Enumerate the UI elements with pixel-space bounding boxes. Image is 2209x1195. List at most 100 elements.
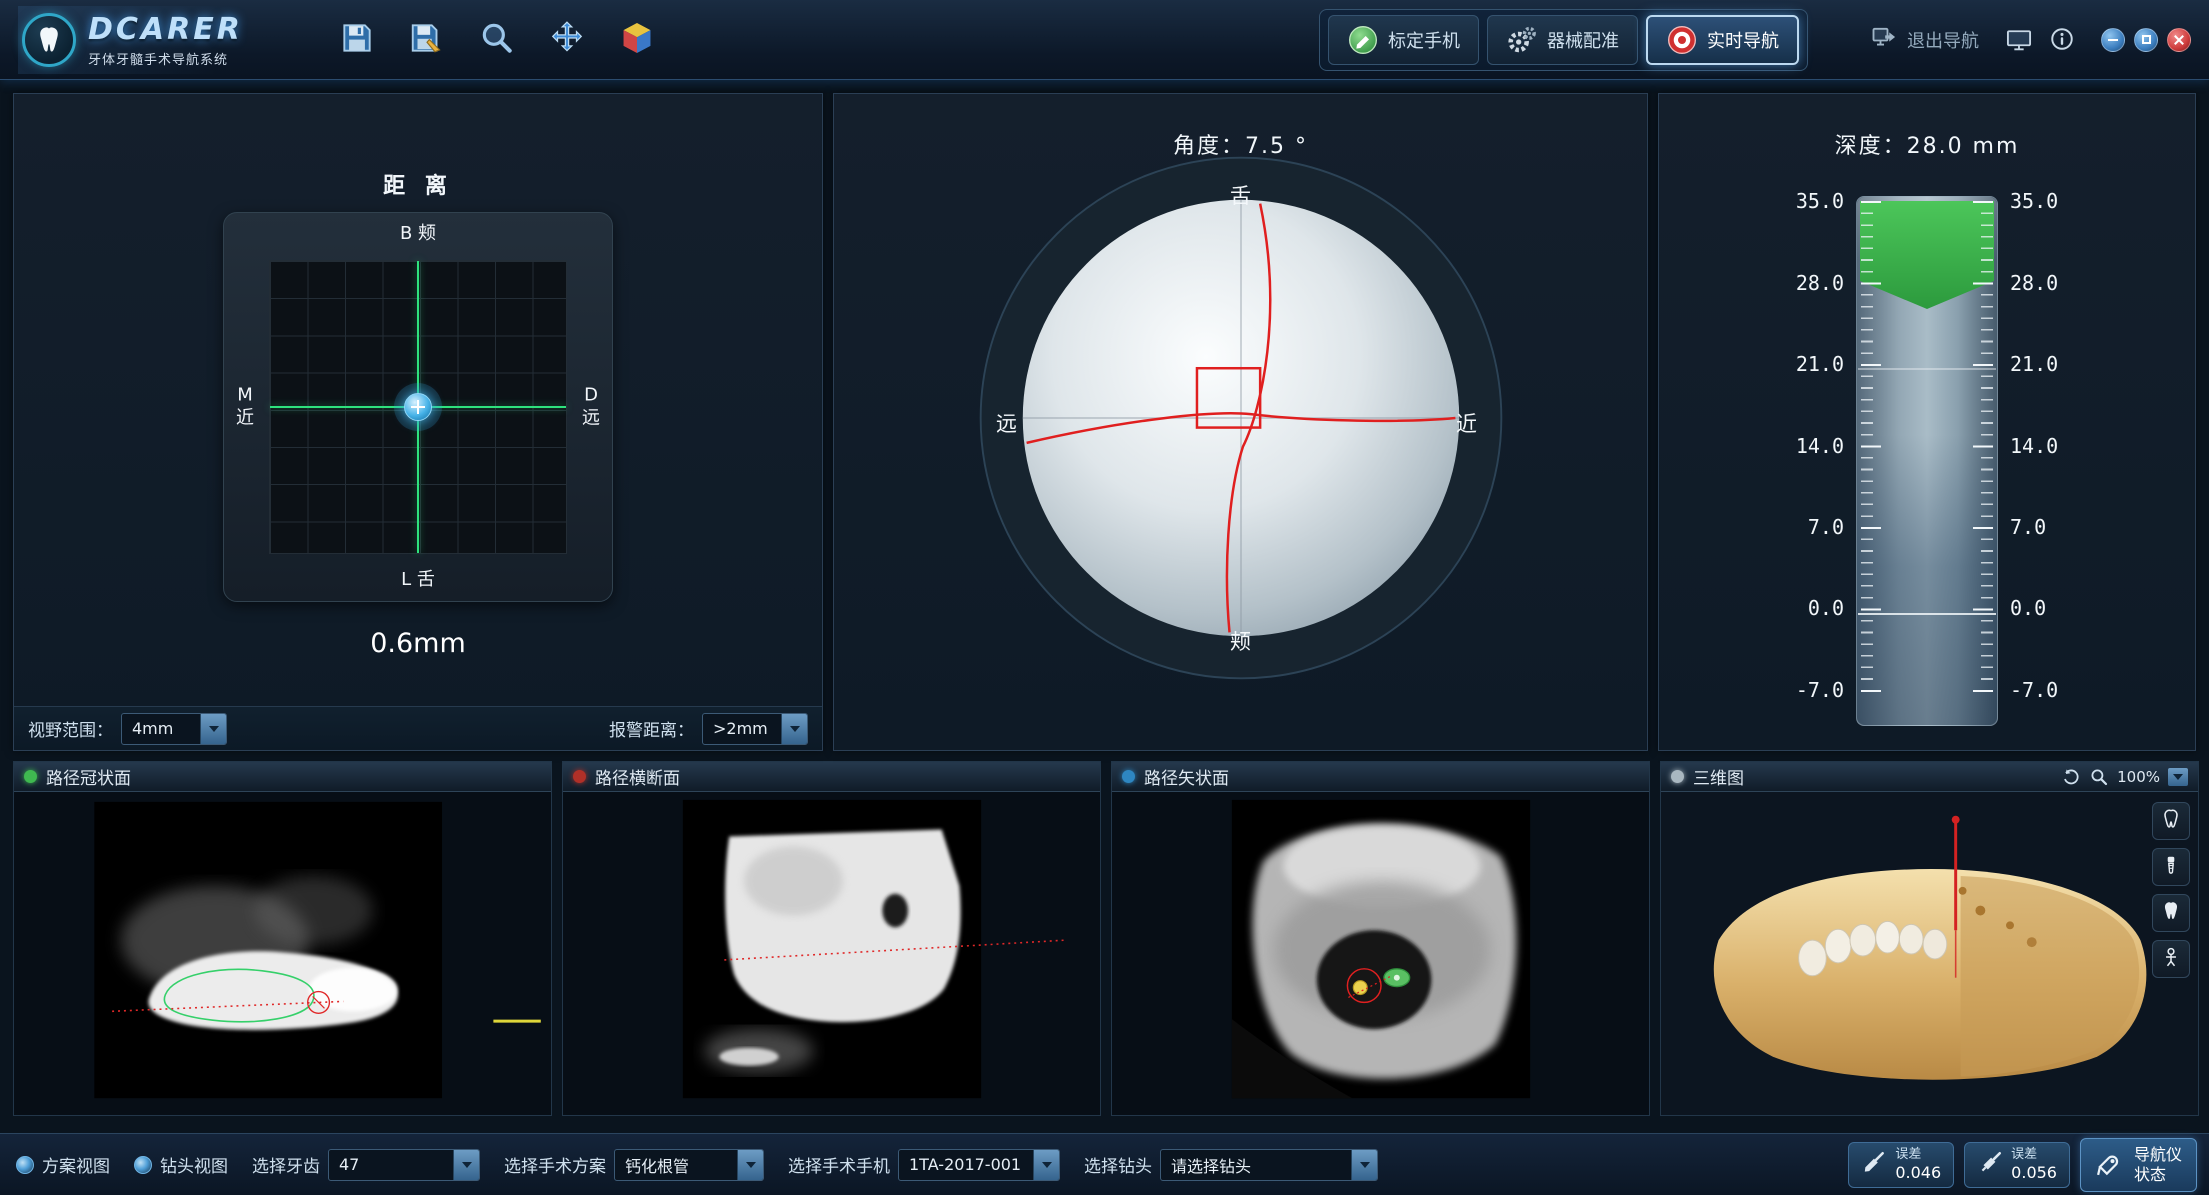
depth-scale-left: 35.0 28.0 21.0 14.0 7.0 0.0 -7.0 (1764, 196, 1856, 726)
distance-grid (269, 260, 567, 554)
coronal-view-header[interactable]: 路径冠状面 (14, 762, 551, 792)
nav-instrument-registration[interactable]: 器械配准 (1487, 15, 1638, 65)
axial-view-panel: 路径横断面 (562, 761, 1101, 1116)
axial-view-header[interactable]: 路径横断面 (563, 762, 1100, 792)
chevron-down-icon (781, 714, 807, 744)
distance-label-mesial: M 近 (236, 385, 254, 430)
model-cube-button[interactable] (615, 18, 659, 62)
drill-select-label: 选择钻头 (1084, 1152, 1152, 1177)
close-icon (2173, 34, 2185, 46)
plan-select[interactable]: 钙化根管 (614, 1149, 764, 1181)
status-bar: 方案视图 钻头视图 选择牙齿 47 选择手术方案 钙化根管 选择手术手机 1TA… (0, 1133, 2209, 1195)
crown-tooth-icon (2160, 900, 2182, 926)
three-d-view-image[interactable] (1661, 792, 2198, 1115)
depth-tick-label: -7.0 (1796, 678, 1844, 702)
red-dot-icon (573, 770, 586, 783)
drill-select-value: 请选择钻头 (1161, 1153, 1351, 1177)
drill-view-radio[interactable]: 钻头视图 (134, 1152, 228, 1177)
axial-view-image[interactable] (563, 792, 1100, 1115)
distance-footer: 视野范围： 4mm 报警距离： >2mm (14, 706, 822, 750)
close-button[interactable] (2167, 28, 2191, 52)
minimize-button[interactable] (2101, 28, 2125, 52)
app-subtitle: 牙体牙髓手术导航系统 (88, 49, 243, 68)
save-as-button[interactable] (405, 18, 449, 62)
plan-select-value: 钙化根管 (615, 1153, 737, 1177)
show-crown-button[interactable] (2152, 894, 2190, 932)
depth-tick-label: 21.0 (2010, 352, 2058, 376)
position-marker-core (404, 393, 432, 421)
reset-view-icon[interactable] (2061, 767, 2081, 787)
depth-tick-label: 0.0 (2010, 596, 2046, 620)
display-icon[interactable] (2005, 26, 2033, 54)
coronal-view-image[interactable] (14, 792, 551, 1115)
angle-label-lingual: 舌 (1230, 180, 1251, 210)
error2-label: 误差 (2011, 1147, 2057, 1163)
search-button[interactable] (475, 18, 519, 62)
main-content: 距 离 B 颊 L 舌 M 近 D 远 (0, 80, 2209, 1116)
zoom-icon[interactable] (2089, 767, 2109, 787)
fov-label: 视野范围： (28, 716, 113, 741)
drill-select[interactable]: 请选择钻头 (1160, 1149, 1378, 1181)
show-tooth-button[interactable] (2152, 802, 2190, 840)
three-d-view-panel: 三维图 100% (1660, 761, 2199, 1116)
coronal-view-panel: 路径冠状面 (13, 761, 552, 1116)
statusbar-right: 误差 0.046 误差 0.056 导航仪 状态 (1848, 1138, 2197, 1192)
help-icon[interactable] (2049, 26, 2077, 54)
navigator-status-button[interactable]: 导航仪 状态 (2080, 1138, 2197, 1192)
fov-select[interactable]: 4mm (121, 713, 227, 745)
alarm-label: 报警距离： (609, 716, 694, 741)
nav-calibrate-handpiece[interactable]: 标定手机 (1328, 15, 1479, 65)
tooth-select-value: 47 (329, 1155, 453, 1174)
three-d-tool-strip (2152, 802, 2190, 978)
angle-label-buccal: 颊 (1230, 626, 1251, 656)
move-arrows-icon (548, 19, 586, 61)
exit-navigation-button[interactable]: 退出导航 (1860, 15, 1989, 64)
save-button[interactable] (335, 18, 379, 62)
chevron-down-icon (1033, 1150, 1059, 1180)
three-d-view-title: 三维图 (1693, 764, 1744, 789)
plan-view-label: 方案视图 (42, 1152, 110, 1177)
tooth-select[interactable]: 47 (328, 1149, 480, 1181)
depth-tick-label: 28.0 (2010, 271, 2058, 295)
sagittal-view-image[interactable] (1112, 792, 1649, 1115)
fov-select-value: 4mm (122, 719, 200, 738)
error-badge-2[interactable]: 误差 0.056 (1964, 1142, 2070, 1188)
angle-title: 角度：7.5 ° (834, 128, 1647, 160)
app-logo: DCARER 牙体牙髓手术导航系统 (18, 6, 269, 74)
drill-view-label: 钻头视图 (160, 1152, 228, 1177)
chevron-down-icon (453, 1150, 479, 1180)
move-button[interactable] (545, 18, 589, 62)
depth-scale-right: 35.0 28.0 21.0 14.0 7.0 0.0 -7.0 (1998, 196, 2090, 726)
show-skeleton-button[interactable] (2152, 940, 2190, 978)
calibrate-handpiece-icon (1347, 24, 1379, 56)
chevron-down-icon (1351, 1150, 1377, 1180)
skeleton-icon (2160, 946, 2182, 972)
nav-label: 器械配准 (1547, 27, 1619, 53)
tooth-select-label: 选择牙齿 (252, 1152, 320, 1177)
exit-label: 退出导航 (1907, 27, 1979, 53)
show-implant-button[interactable] (2152, 848, 2190, 886)
alarm-select-value: >2mm (703, 719, 781, 738)
distance-display: B 颊 L 舌 M 近 D 远 (223, 212, 613, 602)
blue-dot-icon (1122, 770, 1135, 783)
depth-ticks-major-right (1973, 201, 1993, 695)
distance-title: 距 离 (383, 168, 453, 200)
nav-status-line1: 导航仪 (2134, 1145, 2182, 1165)
depth-tick-label: 7.0 (1808, 515, 1844, 539)
sagittal-view-title: 路径矢状面 (1144, 764, 1229, 789)
handpiece-tool-icon (1977, 1150, 2003, 1180)
handpiece-select[interactable]: 1TA-2017-001 (898, 1149, 1060, 1181)
zoom-select-button[interactable] (2168, 768, 2188, 786)
depth-gauge (1856, 196, 1998, 726)
implant-icon (2160, 854, 2182, 880)
save-icon (338, 19, 376, 61)
depth-tick-label: 14.0 (2010, 434, 2058, 458)
depth-tick-label: 0.0 (1808, 596, 1844, 620)
error-badge-1[interactable]: 误差 0.046 (1848, 1142, 1954, 1188)
three-d-view-header[interactable]: 三维图 100% (1661, 762, 2198, 792)
plan-view-radio[interactable]: 方案视图 (16, 1152, 110, 1177)
maximize-button[interactable] (2134, 28, 2158, 52)
alarm-select[interactable]: >2mm (702, 713, 808, 745)
sagittal-view-header[interactable]: 路径矢状面 (1112, 762, 1649, 792)
nav-realtime-navigation[interactable]: 实时导航 (1646, 15, 1799, 65)
